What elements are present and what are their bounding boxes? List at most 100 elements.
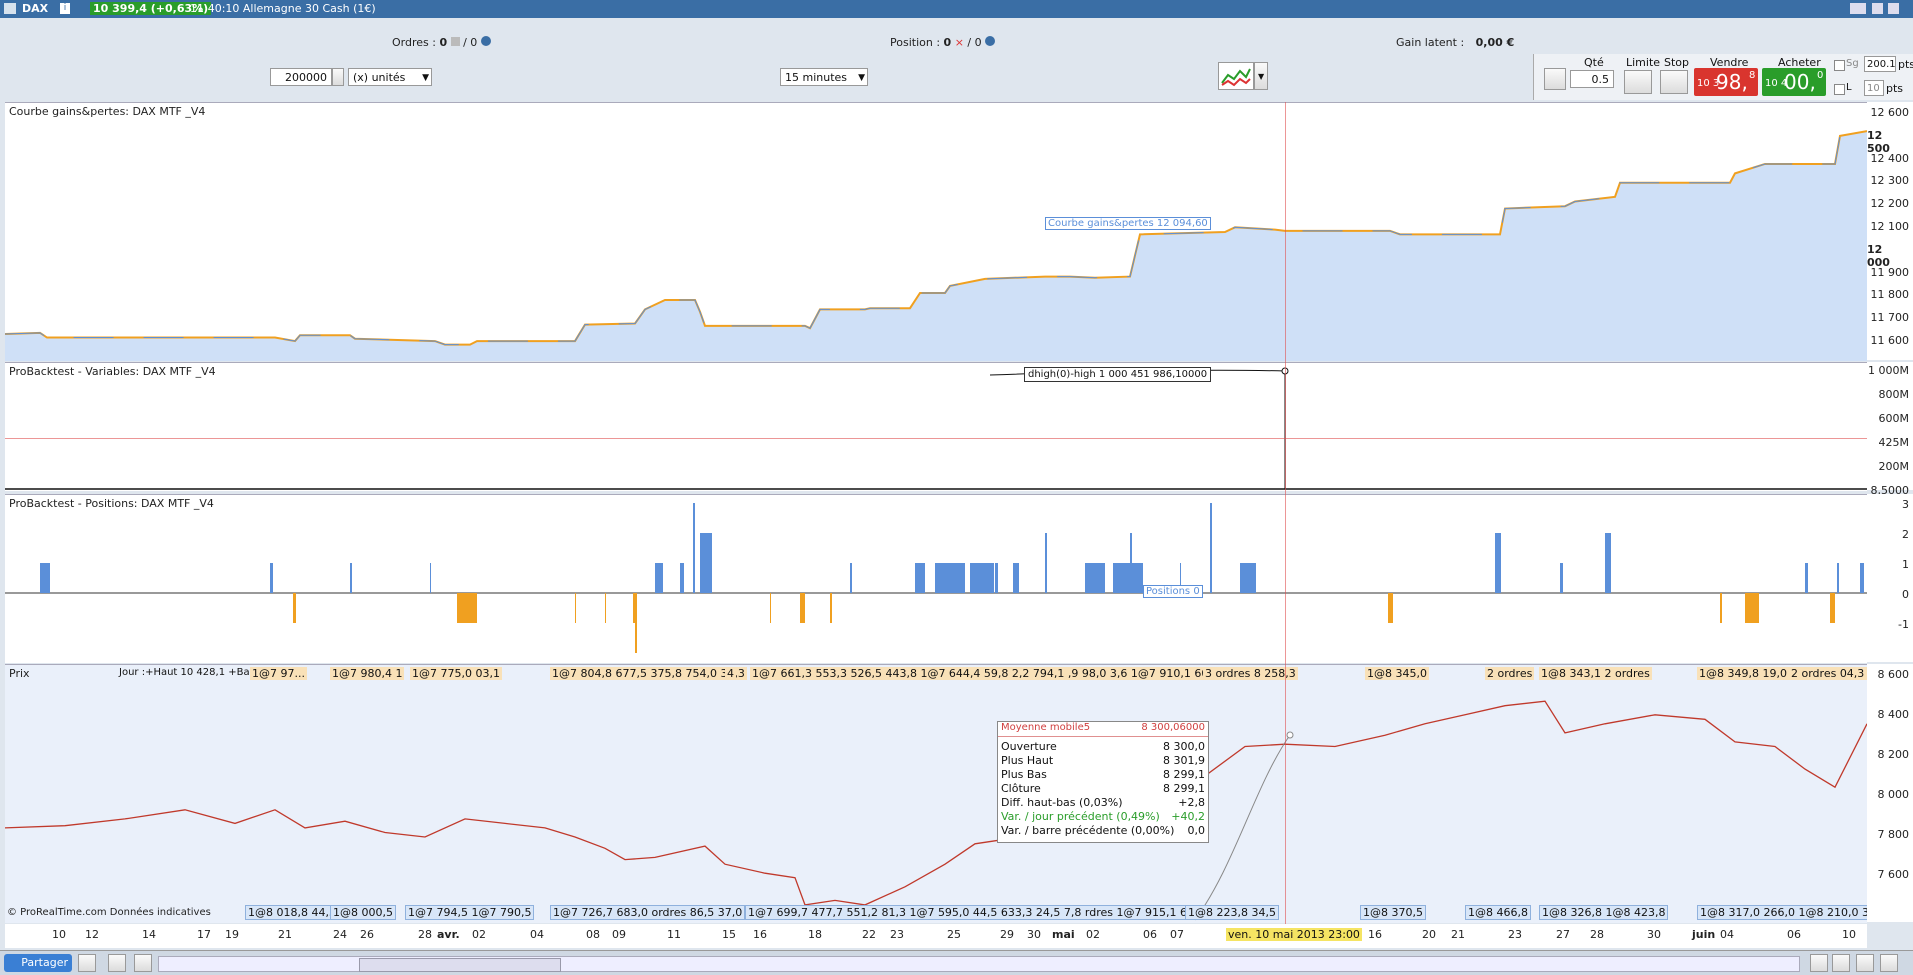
order-tag[interactable]: 4 xyxy=(725,667,736,680)
print-icon[interactable] xyxy=(108,954,126,972)
axis-tick-label: 600M xyxy=(1878,412,1910,425)
stop-order-button[interactable] xyxy=(1660,70,1688,94)
axis-tick-label: 12 400 xyxy=(1870,151,1910,165)
price-panel[interactable]: Prix Jour :+Haut 10 428,1 +Bas 1@7 97...… xyxy=(5,664,1890,923)
order-tag[interactable]: 1@8 223,8 34,5 xyxy=(1185,905,1279,920)
order-tag[interactable]: 1@7 775,0 03,1 xyxy=(410,667,502,680)
order-tag[interactable]: 1@8 326,8 1@8 423,8 xyxy=(1539,905,1669,920)
order-tag[interactable]: 1@7 97... xyxy=(250,667,307,680)
chart-type-dropdown[interactable]: ▼ xyxy=(1254,62,1268,90)
time-axis-label: 26 xyxy=(360,928,374,941)
info-icon[interactable]: i xyxy=(60,3,70,14)
wrench-icon[interactable] xyxy=(1544,68,1566,90)
order-tag[interactable]: 1@8 349,8 19,0 xyxy=(1697,667,1789,680)
chart-type-button[interactable] xyxy=(1218,62,1254,90)
time-axis-label: 27 xyxy=(1556,928,1570,941)
axis-tick-label: 11 700 xyxy=(1870,311,1910,325)
orders-icon[interactable] xyxy=(450,37,460,46)
axis-tick-label: 11 900 xyxy=(1870,265,1910,279)
time-axis-label: 24 xyxy=(333,928,347,941)
maximize-icon[interactable] xyxy=(1888,3,1899,14)
order-tag[interactable]: 1@8 345,0 xyxy=(1365,667,1429,680)
signals-icon[interactable] xyxy=(78,954,96,972)
l-checkbox[interactable] xyxy=(1834,84,1845,95)
window-icon[interactable] xyxy=(4,3,16,14)
units-stepper[interactable] xyxy=(332,68,344,86)
limit-label: Limite xyxy=(1626,56,1661,69)
axis-tick-label: 11 800 xyxy=(1870,288,1910,302)
axis-tick-label: 8 600 xyxy=(1877,668,1910,681)
order-tag[interactable]: 1@8 343,1 2 ordres xyxy=(1539,667,1652,680)
buy-button[interactable]: 10 4 00, 0 xyxy=(1762,68,1826,96)
order-tag[interactable]: 1@7 661,3 553,3 526,5 443,8 1@7 644,4 59… xyxy=(750,667,1235,680)
short-position-bar xyxy=(457,593,477,623)
units-input[interactable]: 200000 xyxy=(270,68,332,86)
gain-info: Gain latent : 0,00 € xyxy=(1396,36,1514,49)
time-axis-label: 30 xyxy=(1027,928,1041,941)
zoom-fit-icon[interactable] xyxy=(1810,954,1828,972)
time-axis-label: 28 xyxy=(418,928,432,941)
order-tag[interactable]: 1@7 794,5 1@7 790,5 xyxy=(405,905,535,920)
sell-button[interactable]: 10 3 98, 8 xyxy=(1694,68,1758,96)
tooltip-key: Plus Haut xyxy=(1001,754,1054,767)
time-axis-label: 07 xyxy=(1170,928,1184,941)
long-position-bar xyxy=(995,563,998,593)
order-tag[interactable]: 1@7 980,4 1 xyxy=(330,667,405,680)
zoom-out-icon[interactable] xyxy=(1856,954,1874,972)
order-tag[interactable]: 2 ordres xyxy=(1485,667,1535,680)
sg-checkbox[interactable] xyxy=(1834,60,1845,71)
orders-settings-icon[interactable] xyxy=(480,36,491,46)
ma-label: Moyenne mobile5 xyxy=(1001,722,1091,733)
order-tag[interactable]: 1@8 317,0 266,0 1@8 210,0 37,2 xyxy=(1697,905,1890,920)
minimize-icon[interactable] xyxy=(1872,3,1883,14)
variables-panel[interactable]: ProBacktest - Variables: DAX MTF _V4 dhi… xyxy=(5,362,1867,491)
time-axis-label: 30 xyxy=(1647,928,1661,941)
window-title-bar: DAX i 10 399,4 (+0,63%) 11:40:10 Allemag… xyxy=(0,0,1913,18)
horizontal-scrollbar[interactable] xyxy=(158,956,1800,972)
order-tag[interactable]: 2 ordres 04,3 0 xyxy=(1789,667,1877,680)
keyboard-icon[interactable] xyxy=(1850,3,1866,14)
short-position-bar xyxy=(575,593,576,623)
order-tag[interactable]: 1@7 699,7 477,7 551,2 81,3 1@7 595,0 44,… xyxy=(745,905,1236,920)
l-input[interactable]: 10 xyxy=(1864,80,1884,96)
long-position-bar xyxy=(970,563,994,593)
equity-curve-panel[interactable]: Courbe gains&pertes: DAX MTF _V4 Courbe … xyxy=(5,102,1867,361)
qty-input[interactable]: 0.5 xyxy=(1570,70,1614,88)
positions-panel[interactable]: ProBacktest - Positions: DAX MTF _V4 Pos… xyxy=(5,494,1867,663)
position-settings-icon[interactable] xyxy=(985,36,996,46)
units-select[interactable]: (x) unités ▼ xyxy=(348,68,432,86)
long-position-bar xyxy=(1837,563,1839,593)
order-tag[interactable]: 3 ordres 8 258,3 xyxy=(1203,667,1298,680)
order-tag[interactable]: 1@8 466,8 xyxy=(1465,905,1531,920)
short-position-bar xyxy=(1745,593,1759,623)
sg-input[interactable]: 200.1 xyxy=(1864,56,1896,72)
tooltip-key: Ouverture xyxy=(1001,740,1057,753)
axis-tick-label: 8 000 xyxy=(1877,788,1910,801)
long-position-bar xyxy=(1860,563,1864,593)
time-axis-label: 17 xyxy=(197,928,211,941)
order-tag[interactable]: 1@7 804,8 677,5 375,8 754,0 37,3 xyxy=(550,667,747,680)
close-position-icon[interactable]: × xyxy=(955,36,964,49)
instrument-symbol[interactable]: DAX xyxy=(22,2,48,15)
variables-panel-title: ProBacktest - Variables: DAX MTF _V4 xyxy=(7,365,218,378)
order-tag[interactable]: 1@8 018,8 44,3 xyxy=(245,905,339,920)
layout-icon[interactable] xyxy=(134,954,152,972)
zoom-in-icon[interactable] xyxy=(1880,954,1898,972)
tooltip-row: Ouverture 8 300,0 xyxy=(998,740,1208,754)
order-tag[interactable]: 1@8 000,5 xyxy=(330,905,396,920)
variable-spike xyxy=(989,369,1286,489)
equity-value-label: Courbe gains&pertes 12 094,60 xyxy=(1045,217,1211,230)
share-button[interactable]: Partager xyxy=(4,954,72,972)
time-axis-label: 21 xyxy=(278,928,292,941)
long-position-bar xyxy=(655,563,663,593)
order-tag[interactable]: 1@7 726,7 683,0 ordres 86,5 37,0 xyxy=(550,905,746,920)
orders-total: / 0 xyxy=(463,36,478,49)
scrollbar-thumb[interactable] xyxy=(359,958,561,972)
short-position-bar xyxy=(293,593,296,623)
timeframe-select[interactable]: 15 minutes ▼ xyxy=(780,68,868,86)
long-position-bar xyxy=(1560,563,1563,593)
axis-tick-label: 12 600 xyxy=(1870,106,1910,119)
order-tag[interactable]: 1@8 370,5 xyxy=(1360,905,1426,920)
zoom-reset-icon[interactable] xyxy=(1832,954,1850,972)
limit-order-button[interactable] xyxy=(1624,70,1652,94)
